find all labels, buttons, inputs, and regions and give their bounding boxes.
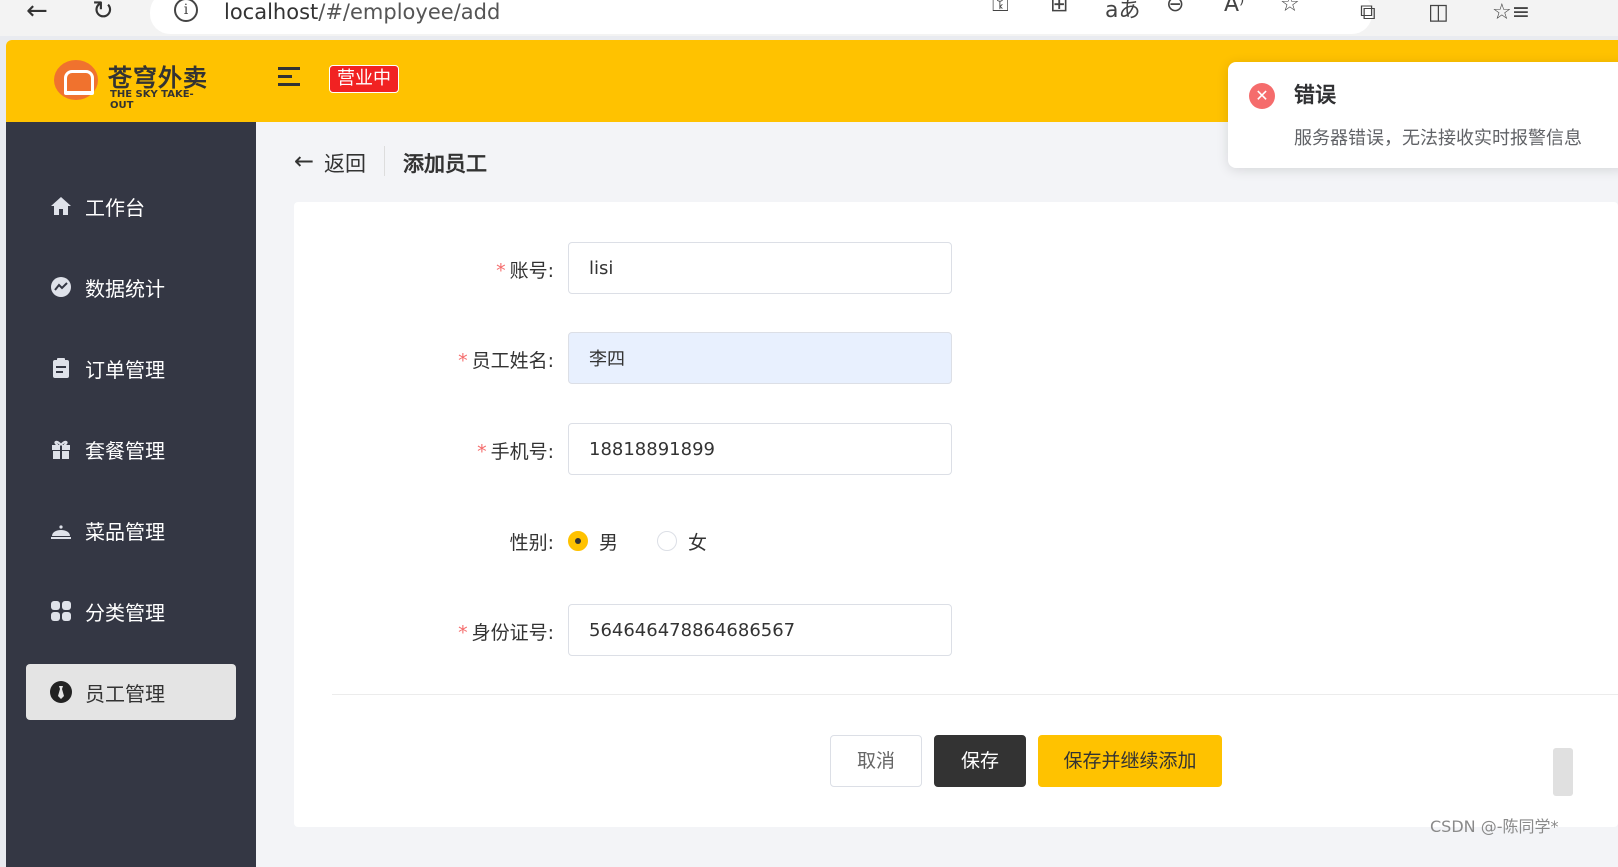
sidebar-item-label: 套餐管理 bbox=[85, 439, 165, 463]
sidebar-item-label: 分类管理 bbox=[85, 601, 165, 625]
grid-icon bbox=[51, 601, 71, 621]
sidebar-item-label: 工作台 bbox=[85, 196, 145, 220]
radio-label: 男 bbox=[599, 532, 619, 554]
breadcrumb-divider bbox=[384, 146, 385, 176]
sidebar-item-orders[interactable]: 订单管理 bbox=[26, 340, 236, 396]
id-number-input[interactable] bbox=[568, 604, 952, 656]
apps-icon[interactable]: ⊞ bbox=[1050, 0, 1068, 17]
page-title: 添加员工 bbox=[403, 152, 487, 176]
read-aloud-icon[interactable]: A⁾ bbox=[1224, 0, 1244, 17]
tie-icon bbox=[50, 681, 72, 703]
save-button[interactable]: 保存 bbox=[934, 735, 1026, 787]
notification-message: 服务器错误，无法接收实时报警信息 bbox=[1294, 128, 1582, 149]
translate-icon[interactable]: aあ bbox=[1105, 0, 1140, 24]
chart-icon bbox=[51, 277, 71, 297]
sidebar-item-label: 订单管理 bbox=[85, 358, 165, 382]
username-input[interactable] bbox=[568, 242, 952, 294]
split-screen-icon[interactable]: ◫ bbox=[1428, 0, 1449, 25]
name-label: * 员工姓名: bbox=[458, 350, 554, 372]
radio-unchecked-icon[interactable] bbox=[657, 531, 677, 551]
required-mark: * bbox=[458, 350, 468, 372]
sidebar-item-employees[interactable]: 员工管理 bbox=[26, 664, 236, 720]
gender-label: 性别: bbox=[509, 532, 554, 554]
logo-subtitle: THE SKY TAKE-OUT bbox=[110, 89, 194, 111]
extensions-icon[interactable]: ⧉ bbox=[1360, 0, 1376, 25]
sidebar-item-label: 菜品管理 bbox=[85, 520, 165, 544]
zoom-out-icon[interactable]: ⊖ bbox=[1166, 0, 1184, 17]
radio-label: 女 bbox=[688, 532, 708, 554]
form-row-username: * 账号: bbox=[294, 242, 994, 294]
sidebar-item-label: 员工管理 bbox=[85, 682, 165, 706]
form-row-id-number: * 身份证号: bbox=[294, 604, 994, 656]
logo-icon bbox=[54, 60, 98, 100]
required-mark: * bbox=[496, 260, 506, 282]
scroll-handle[interactable] bbox=[1553, 748, 1573, 796]
watermark: CSDN @-陈同学* bbox=[1430, 817, 1559, 836]
sidebar-item-categories[interactable]: 分类管理 bbox=[26, 583, 236, 639]
form-row-phone: * 手机号: bbox=[294, 423, 994, 475]
sidebar-item-statistics[interactable]: 数据统计 bbox=[26, 259, 236, 315]
form-row-gender: 性别: 男 女 bbox=[294, 514, 994, 566]
name-input[interactable] bbox=[568, 332, 952, 384]
key-icon[interactable]: ⚿ bbox=[992, 0, 1009, 17]
gift-icon bbox=[52, 440, 70, 459]
id-number-label: * 身份证号: bbox=[458, 622, 554, 644]
sidebar-item-dishes[interactable]: 菜品管理 bbox=[26, 502, 236, 558]
cancel-button[interactable]: 取消 bbox=[830, 735, 922, 787]
employee-form: *账号: *员工姓名: *手机号: 性别: 男 女 bbox=[294, 202, 1618, 827]
clipboard-icon bbox=[53, 358, 69, 378]
error-notification: ✕ 错误 服务器错误，无法接收实时报警信息 bbox=[1228, 62, 1618, 168]
back-nav-icon[interactable]: ← bbox=[26, 0, 48, 26]
form-row-name: * 员工姓名: bbox=[294, 332, 994, 384]
browser-toolbar: ← ↻ i localhost/#/employee/add ⚿ ⊞ aあ ⊖ … bbox=[0, 0, 1618, 36]
sidebar-item-combos[interactable]: 套餐管理 bbox=[26, 421, 236, 477]
required-mark: * bbox=[477, 441, 487, 463]
home-icon bbox=[51, 197, 71, 215]
logo-title: 苍穹外卖 bbox=[108, 64, 208, 92]
reload-icon[interactable]: ↻ bbox=[92, 0, 114, 26]
menu-collapse-icon[interactable] bbox=[278, 67, 302, 87]
phone-label: * 手机号: bbox=[477, 441, 554, 463]
logo: 苍穹外卖 THE SKY TAKE-OUT bbox=[54, 58, 214, 111]
required-mark: * bbox=[458, 622, 468, 644]
favorite-star-icon[interactable]: ☆ bbox=[1280, 0, 1300, 17]
favorites-list-icon[interactable]: ☆≡ bbox=[1492, 0, 1530, 25]
sidebar-item-workbench[interactable]: 工作台 bbox=[26, 178, 236, 234]
save-and-continue-button[interactable]: 保存并继续添加 bbox=[1038, 735, 1222, 787]
main-content: ← 返回 添加员工 *账号: *员工姓名: *手机号: 性别: 男 bbox=[256, 122, 1618, 867]
error-icon: ✕ bbox=[1249, 83, 1275, 109]
status-badge: 营业中 bbox=[329, 65, 399, 93]
sidebar-item-label: 数据统计 bbox=[85, 277, 165, 301]
back-link[interactable]: 返回 bbox=[324, 148, 366, 178]
address-bar[interactable]: i localhost/#/employee/add ⚿ ⊞ aあ ⊖ A⁾ ☆ bbox=[150, 0, 1372, 34]
form-divider bbox=[332, 694, 1618, 695]
notification-title: 错误 bbox=[1294, 83, 1336, 107]
sidebar: 工作台 数据统计 订单管理 套餐管理 菜品管理 分类管理 员工管理 bbox=[6, 122, 256, 867]
phone-input[interactable] bbox=[568, 423, 952, 475]
cloche-icon bbox=[51, 525, 71, 539]
radio-checked-icon[interactable] bbox=[568, 531, 588, 551]
site-info-icon[interactable]: i bbox=[174, 0, 198, 22]
username-label: * 账号: bbox=[496, 260, 554, 282]
url-text[interactable]: localhost/#/employee/add bbox=[224, 0, 500, 24]
back-arrow-icon[interactable]: ← bbox=[294, 147, 314, 175]
